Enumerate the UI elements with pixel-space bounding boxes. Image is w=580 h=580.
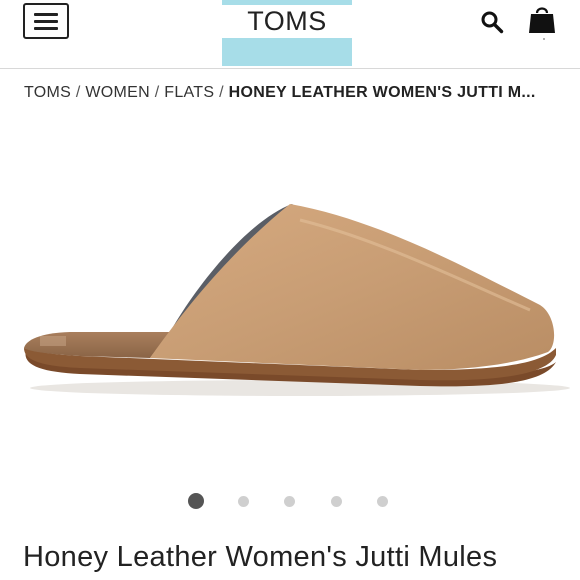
header-divider (0, 68, 580, 69)
hamburger-menu-icon (34, 12, 58, 16)
carousel-dot-5[interactable] (377, 496, 388, 507)
cart-indicator (543, 38, 545, 40)
logo-text: TOMS (247, 6, 327, 36)
carousel-dot-1[interactable] (188, 493, 204, 509)
breadcrumb-separator: / (154, 84, 160, 101)
carousel-indicators (185, 492, 395, 509)
breadcrumb-current: HONEY LEATHER WOMEN'S JUTTI M... (228, 84, 536, 101)
carousel-dot-4[interactable] (331, 496, 342, 507)
carousel-dot-3[interactable] (284, 496, 295, 507)
product-image[interactable] (0, 150, 580, 450)
logo-stripe-bottom (222, 38, 352, 66)
breadcrumb-link-flats[interactable]: FLATS (164, 84, 214, 101)
shopping-bag-icon[interactable] (527, 4, 557, 34)
site-header: TOMS (0, 0, 580, 68)
breadcrumb-link-women[interactable]: WOMEN (85, 84, 150, 101)
breadcrumb-separator: / (75, 84, 81, 101)
toms-logo[interactable]: TOMS (222, 0, 352, 66)
hamburger-menu-icon (34, 26, 58, 30)
breadcrumb: TOMS / WOMEN / FLATS / HONEY LEATHER WOM… (24, 82, 564, 104)
menu-button[interactable] (23, 3, 69, 39)
carousel-dot-2[interactable] (238, 496, 249, 507)
breadcrumb-link-toms[interactable]: TOMS (24, 84, 71, 101)
product-title: Honey Leather Women's Jutti Mules (23, 541, 498, 573)
breadcrumb-separator: / (219, 84, 224, 101)
hamburger-menu-icon (34, 19, 58, 23)
search-icon[interactable] (480, 10, 504, 34)
